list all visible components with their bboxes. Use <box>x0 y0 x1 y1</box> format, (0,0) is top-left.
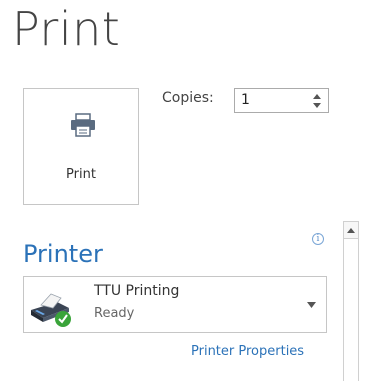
copies-stepper[interactable]: 1 <box>234 88 329 113</box>
scroll-up-arrow-icon[interactable] <box>344 222 358 239</box>
spin-down-icon[interactable] <box>312 101 322 109</box>
info-icon[interactable]: i <box>312 233 324 245</box>
spin-up-icon[interactable] <box>312 92 322 100</box>
printer-status: Ready <box>94 306 135 321</box>
chevron-down-icon[interactable] <box>307 302 316 308</box>
page-title: Print <box>12 2 121 56</box>
copies-value[interactable]: 1 <box>241 92 250 108</box>
printer-name: TTU Printing <box>94 283 180 299</box>
printer-icon <box>71 113 95 137</box>
copies-label: Copies: <box>162 90 214 106</box>
printer-properties-link[interactable]: Printer Properties <box>191 344 304 359</box>
printer-ready-icon <box>31 293 71 327</box>
printer-select[interactable]: TTU Printing Ready <box>23 276 327 333</box>
print-button[interactable]: Print <box>23 88 139 205</box>
print-button-label: Print <box>66 167 96 182</box>
scrollbar[interactable] <box>343 221 359 381</box>
printer-section-heading: Printer <box>23 240 103 268</box>
